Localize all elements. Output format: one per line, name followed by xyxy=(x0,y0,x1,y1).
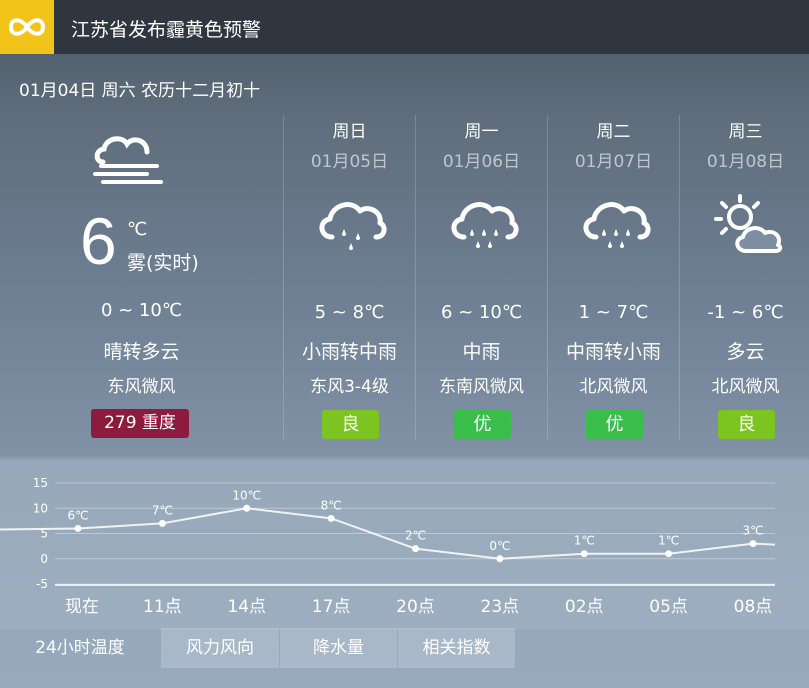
day-temp-range: 1 ~ 7℃ xyxy=(578,302,649,323)
temperature-line-chart: 151050-56℃ 7℃10℃8℃2℃0℃ 1℃ 1℃3℃现在 11点 14点 17点 20… xyxy=(0,476,776,617)
day-weather: 中雨 xyxy=(462,341,501,363)
y-tick-label: 10 xyxy=(33,501,48,515)
today-temp-range: 0 ~ 10℃ xyxy=(100,300,183,321)
day-temp-range: -1 ~ 6℃ xyxy=(707,302,784,323)
data-point xyxy=(665,550,673,558)
chart-tabs: 24小时温度 风力风向 降水量 相关指数 xyxy=(0,628,809,668)
today-wind: 东风微风 xyxy=(107,377,176,397)
forecast-day-3[interactable]: 周二 01月07日 1 ~ 7℃ 中雨转小雨 北风微风 优 xyxy=(547,115,679,440)
forecast-day-1[interactable]: 周日 01月05日 5 ~ 8℃ 小雨转中雨 东风3-4级 良 xyxy=(283,115,415,440)
day-aqi-badge[interactable]: 优 xyxy=(586,410,643,439)
day-weather: 多云 xyxy=(726,341,765,363)
x-tick-label: 05点 xyxy=(649,597,688,617)
day-date: 01月06日 xyxy=(442,152,521,172)
day-name: 周一 xyxy=(464,122,499,142)
rain-icon xyxy=(578,193,652,259)
tab-wind[interactable]: 风力风向 xyxy=(161,628,279,668)
current-date: 01月04日 周六 农历十二月初十 xyxy=(19,81,261,101)
tab-24h-temperature[interactable]: 24小时温度 xyxy=(0,628,160,668)
forecast-day-4[interactable]: 周三 01月08日 -1 ~ 6℃ 多云 北风微风 良 xyxy=(679,115,809,440)
y-tick-label: 15 xyxy=(33,476,48,490)
data-point xyxy=(243,504,251,512)
y-tick-label: -5 xyxy=(36,577,48,591)
temperature-chart-panel: 15 10 5 0 -5 6℃ 7℃ 10℃ 8℃ 2℃ 0℃ 1℃ 1℃ 3℃ 现在 11点 14点 17点 20… xyxy=(0,460,809,630)
day-name: 周二 xyxy=(596,122,631,142)
fog-icon xyxy=(89,130,165,190)
data-point xyxy=(74,524,82,532)
data-label: 10℃ xyxy=(232,488,261,502)
data-label: 2℃ xyxy=(405,529,426,543)
data-label: 7℃ xyxy=(152,503,173,517)
forecast-day-2[interactable]: 周一 01月06日 6 ~ 10℃ 中雨 东南风微风 优 xyxy=(415,115,547,440)
data-label: 8℃ xyxy=(321,498,342,512)
x-tick-label: 11点 xyxy=(143,597,182,617)
day-aqi-badge[interactable]: 良 xyxy=(718,410,775,439)
x-tick-label: 08点 xyxy=(734,597,773,617)
day-wind: 东风3-4级 xyxy=(310,377,389,397)
data-label: 0℃ xyxy=(489,539,510,553)
alert-title[interactable]: 江苏省发布霾黄色预警 xyxy=(71,0,261,54)
day-name: 周日 xyxy=(332,122,367,142)
data-label: 1℃ xyxy=(574,534,595,548)
y-tick-label: 0 xyxy=(40,552,48,566)
weather-widget: 江苏省发布霾黄色预警 01月04日 周六 农历十二月初十 6 ℃ 雾(实时) 0… xyxy=(0,0,809,688)
x-tick-label: 23点 xyxy=(481,597,520,617)
data-label: 6℃ xyxy=(67,508,88,522)
today-panel: 6 ℃ 雾(实时) 0 ~ 10℃ 晴转多云 东风微风 279 重度 xyxy=(0,115,283,440)
day-date: 01月05日 xyxy=(310,152,389,172)
x-tick-label: 14点 xyxy=(227,597,266,617)
day-name: 周三 xyxy=(728,122,763,142)
day-aqi-badge[interactable]: 优 xyxy=(454,410,511,439)
light-rain-icon xyxy=(314,193,388,259)
partly-cloudy-icon xyxy=(710,193,784,259)
data-point xyxy=(580,550,588,558)
day-weather: 中雨转小雨 xyxy=(565,341,661,363)
data-point xyxy=(158,519,166,527)
data-point xyxy=(749,540,757,548)
day-date: 01月08日 xyxy=(706,152,785,172)
tab-precipitation[interactable]: 降水量 xyxy=(280,628,397,668)
day-weather: 小雨转中雨 xyxy=(301,341,397,363)
x-tick-label: 17点 xyxy=(312,597,351,617)
day-temp-range: 5 ~ 8℃ xyxy=(314,302,385,323)
infinity-icon xyxy=(0,0,54,54)
day-temp-range: 6 ~ 10℃ xyxy=(440,302,523,323)
x-tick-label: 现在 xyxy=(65,597,99,617)
current-condition: 雾(实时) xyxy=(127,252,199,274)
data-label: 3℃ xyxy=(742,524,763,538)
x-tick-label: 20点 xyxy=(396,597,435,617)
data-label: 1℃ xyxy=(658,534,679,548)
day-date: 01月07日 xyxy=(574,152,653,172)
day-wind: 北风微风 xyxy=(711,377,780,397)
data-point xyxy=(496,555,504,563)
rain-icon xyxy=(446,193,520,259)
x-tick-label: 02点 xyxy=(565,597,604,617)
temperature-unit: ℃ xyxy=(127,219,148,240)
day-wind: 东南风微风 xyxy=(439,377,524,397)
tab-indices[interactable]: 相关指数 xyxy=(398,628,515,668)
day-wind: 北风微风 xyxy=(579,377,648,397)
day-aqi-badge[interactable]: 良 xyxy=(322,410,379,439)
data-point xyxy=(327,514,335,522)
today-aqi-badge[interactable]: 279 重度 xyxy=(91,409,189,438)
current-temperature: 6 xyxy=(80,204,117,278)
data-point xyxy=(412,545,419,553)
alert-bar[interactable]: 江苏省发布霾黄色预警 xyxy=(0,0,809,54)
today-weather: 晴转多云 xyxy=(103,341,180,363)
